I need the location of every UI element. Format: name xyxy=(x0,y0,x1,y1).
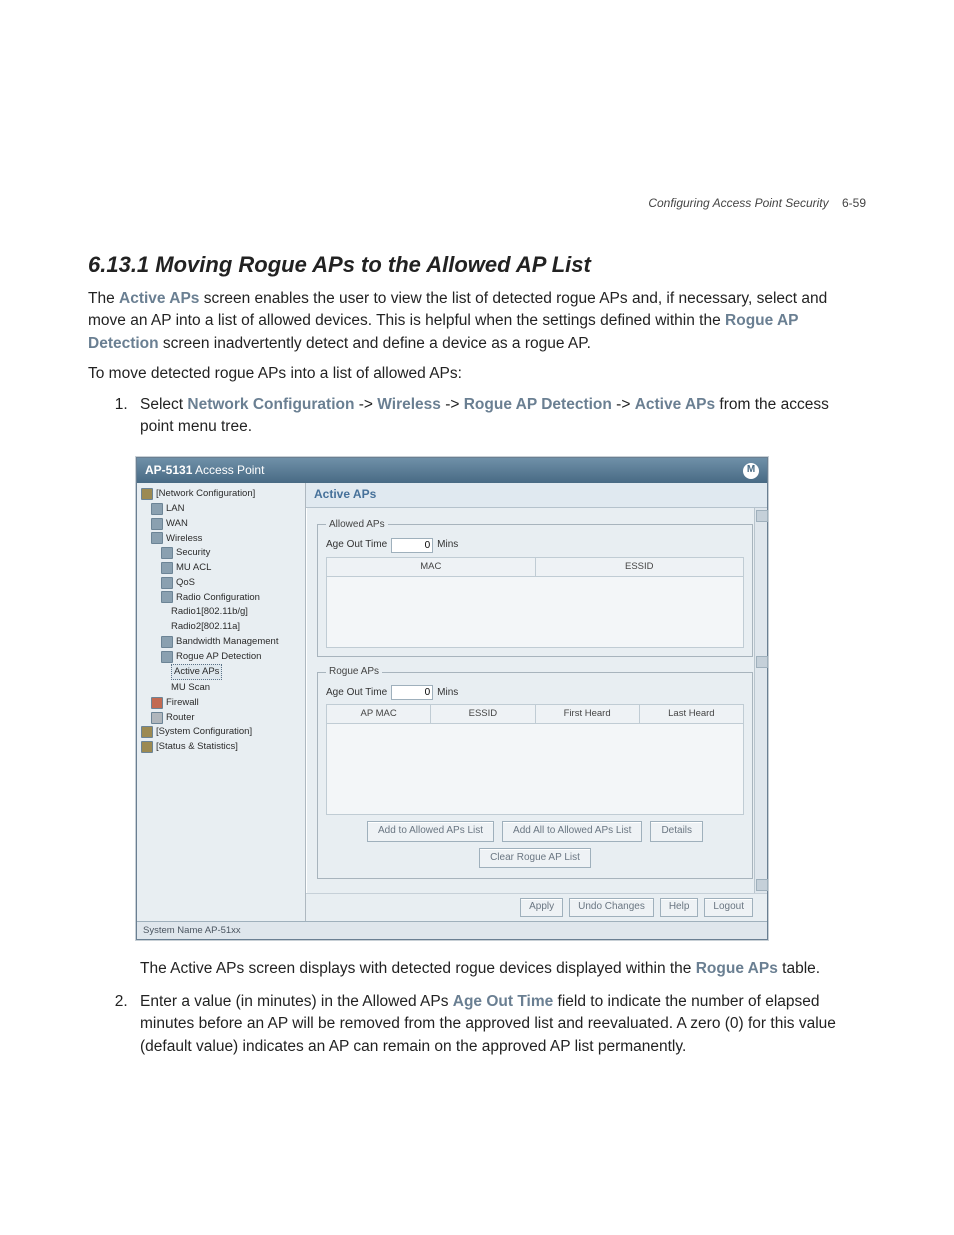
tree-selected-label: Active APs xyxy=(171,664,222,680)
qos-icon xyxy=(161,577,173,589)
allowed-aps-table-body[interactable] xyxy=(326,577,744,648)
menu-rogue-ap-detection: Rogue AP Detection xyxy=(464,396,612,413)
screenshot-figure: AP-5131 Access Point M [Network Configur… xyxy=(136,457,866,941)
menu-wireless: Wireless xyxy=(377,396,441,413)
tree-radio2[interactable]: Radio2[802.11a] xyxy=(141,620,303,635)
tree-security[interactable]: Security xyxy=(141,546,303,561)
lan-icon xyxy=(151,503,163,515)
vertical-scrollbar[interactable] xyxy=(754,508,767,894)
panel-title: Active APs xyxy=(306,483,767,507)
section-title: Moving Rogue APs to the Allowed AP List xyxy=(155,252,591,277)
term-age-out-time: Age Out Time xyxy=(453,993,553,1010)
menu-active-aps: Active APs xyxy=(635,396,715,413)
menu-network-configuration: Network Configuration xyxy=(187,396,354,413)
firewall-icon xyxy=(151,697,163,709)
rogue-ageout-unit: Mins xyxy=(437,686,458,701)
nav-tree[interactable]: [Network Configuration] LAN WAN Wireless… xyxy=(137,483,306,920)
rogue-ageout-label: Age Out Time xyxy=(326,686,387,701)
content-pane: Active APs Allowed APs xyxy=(306,483,767,920)
scroll-down-icon[interactable] xyxy=(756,879,768,891)
wan-icon xyxy=(151,518,163,530)
allowed-ageout-row: Age Out Time Mins xyxy=(326,538,744,553)
allowed-aps-table: MAC ESSID xyxy=(326,557,744,577)
wireless-icon xyxy=(151,532,163,544)
tree-status-statistics[interactable]: [Status & Statistics] xyxy=(141,740,303,755)
tree-wireless[interactable]: Wireless xyxy=(141,532,303,547)
intro-paragraph: The Active APs screen enables the user t… xyxy=(88,288,866,355)
allowed-ageout-unit: Mins xyxy=(437,538,458,553)
add-all-to-allowed-button[interactable]: Add All to Allowed APs List xyxy=(502,821,642,842)
tree-lan[interactable]: LAN xyxy=(141,502,303,517)
app-title-model: AP-5131 xyxy=(145,463,192,477)
col-last-heard[interactable]: Last Heard xyxy=(639,705,743,724)
folder-icon xyxy=(141,741,153,753)
tree-wan[interactable]: WAN xyxy=(141,517,303,532)
step-1-result: The Active APs screen displays with dete… xyxy=(140,958,866,980)
tree-rogue-ap-detection[interactable]: Rogue AP Detection xyxy=(141,650,303,665)
tree-router[interactable]: Router xyxy=(141,711,303,726)
page-number: 6-59 xyxy=(842,196,866,210)
running-header: Configuring Access Point Security 6-59 xyxy=(648,196,866,210)
help-button[interactable]: Help xyxy=(660,898,699,917)
tree-bandwidth-management[interactable]: Bandwidth Management xyxy=(141,635,303,650)
rogue-buttons-row: Add to Allowed APs List Add All to Allow… xyxy=(326,821,744,842)
rogue-ageout-input[interactable] xyxy=(391,685,433,700)
router-icon xyxy=(151,712,163,724)
folder-icon xyxy=(141,726,153,738)
running-header-text: Configuring Access Point Security xyxy=(648,196,828,210)
status-bar: System Name AP-51xx xyxy=(137,921,767,940)
section-heading: 6.13.1 Moving Rogue APs to the Allowed A… xyxy=(88,252,866,278)
rogue-aps-table-body[interactable] xyxy=(326,724,744,815)
rogue-aps-legend: Rogue APs xyxy=(326,665,382,680)
term-active-aps: Active APs xyxy=(119,290,199,307)
undo-changes-button[interactable]: Undo Changes xyxy=(569,898,654,917)
rogue-ageout-row: Age Out Time Mins xyxy=(326,685,744,700)
app-titlebar: AP-5131 Access Point M xyxy=(137,458,767,483)
apply-button[interactable]: Apply xyxy=(520,898,563,917)
tree-system-configuration[interactable]: [System Configuration] xyxy=(141,725,303,740)
bwm-icon xyxy=(161,636,173,648)
tree-mu-scan[interactable]: MU Scan xyxy=(141,681,303,696)
rogue-aps-table: AP MAC ESSID First Heard Last Heard xyxy=(326,704,744,724)
radio-icon xyxy=(161,591,173,603)
logout-button[interactable]: Logout xyxy=(704,898,753,917)
lead-in-paragraph: To move detected rogue APs into a list o… xyxy=(88,363,866,385)
col-apmac[interactable]: AP MAC xyxy=(327,705,431,724)
col-first-heard[interactable]: First Heard xyxy=(535,705,639,724)
motorola-logo-icon: M xyxy=(743,463,759,479)
tree-radio-configuration[interactable]: Radio Configuration xyxy=(141,591,303,606)
rogue-aps-group: Rogue APs Age Out Time Mins AP MAC xyxy=(317,665,753,879)
security-icon xyxy=(161,547,173,559)
rogue-icon xyxy=(161,651,173,663)
clear-rogue-list-button[interactable]: Clear Rogue AP List xyxy=(479,848,591,869)
app-title-rest: Access Point xyxy=(192,463,264,477)
col-essid[interactable]: ESSID xyxy=(535,558,744,577)
details-button[interactable]: Details xyxy=(650,821,703,842)
muacl-icon xyxy=(161,562,173,574)
allowed-ageout-label: Age Out Time xyxy=(326,538,387,553)
step-1: Select Network Configuration -> Wireless… xyxy=(132,394,866,981)
tree-mu-acl[interactable]: MU ACL xyxy=(141,561,303,576)
tree-firewall[interactable]: Firewall xyxy=(141,696,303,711)
col-essid[interactable]: ESSID xyxy=(431,705,535,724)
scroll-thumb[interactable] xyxy=(756,656,768,668)
footer-buttons: Apply Undo Changes Help Logout xyxy=(306,893,767,921)
section-number: 6.13.1 xyxy=(88,252,149,277)
col-mac[interactable]: MAC xyxy=(327,558,536,577)
tree-active-aps[interactable]: Active APs xyxy=(141,664,303,681)
panel-body: Allowed APs Age Out Time Mins MAC xyxy=(306,508,767,894)
folder-icon xyxy=(141,488,153,500)
app-window: AP-5131 Access Point M [Network Configur… xyxy=(136,457,768,941)
allowed-aps-legend: Allowed APs xyxy=(326,518,388,533)
add-to-allowed-button[interactable]: Add to Allowed APs List xyxy=(367,821,494,842)
term-rogue-aps: Rogue APs xyxy=(696,960,778,977)
tree-qos[interactable]: QoS xyxy=(141,576,303,591)
step-2: Enter a value (in minutes) in the Allowe… xyxy=(132,991,866,1058)
tree-radio1[interactable]: Radio1[802.11b/g] xyxy=(141,605,303,620)
allowed-aps-group: Allowed APs Age Out Time Mins MAC xyxy=(317,518,753,657)
rogue-buttons-row-2: Clear Rogue AP List xyxy=(326,848,744,869)
scroll-up-icon[interactable] xyxy=(756,510,768,522)
tree-network-configuration[interactable]: [Network Configuration] xyxy=(141,487,303,502)
allowed-ageout-input[interactable] xyxy=(391,538,433,553)
